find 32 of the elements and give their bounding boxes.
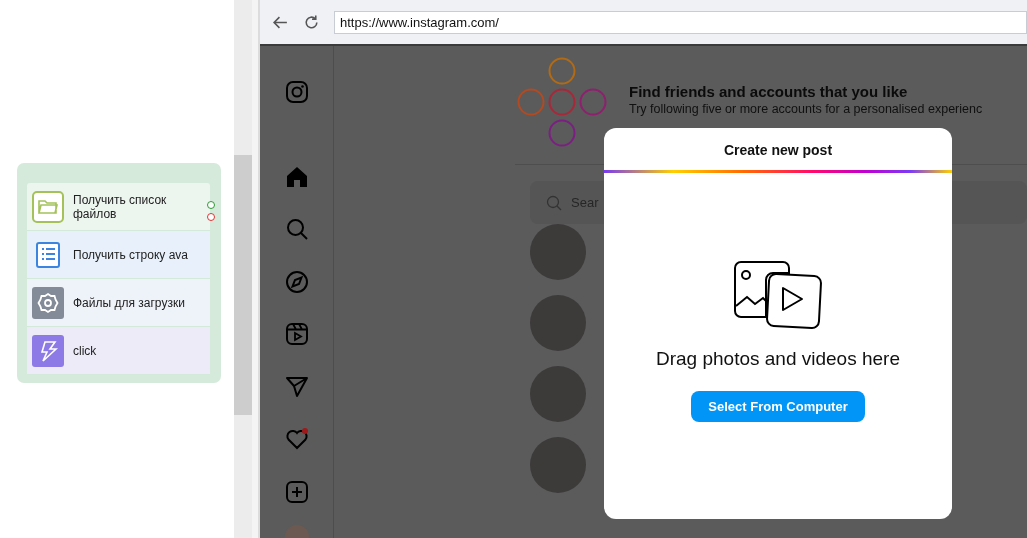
search-icon[interactable] (284, 217, 309, 241)
dialog-message: Drag photos and videos here (656, 348, 900, 370)
home-icon[interactable] (284, 164, 309, 189)
node-row[interactable]: click (27, 327, 210, 375)
gear-icon (32, 286, 64, 319)
plus-icon[interactable] (284, 479, 309, 504)
node-label: click (73, 343, 98, 358)
node-row[interactable]: Файлы для загрузки (27, 279, 210, 327)
avatar-placeholder[interactable] (530, 224, 586, 280)
photo-and-video-icon (733, 261, 823, 329)
node-row[interactable]: Получить строку ava (27, 231, 210, 279)
dialog-title: Create new post (722, 141, 834, 160)
address-bar[interactable]: https://www.instagram.com/ (334, 10, 1027, 34)
heart-icon[interactable] (284, 427, 309, 451)
scrollbar-thumb[interactable] (234, 155, 252, 415)
video-icon[interactable] (284, 322, 309, 346)
suggestions-title: Find friends and accounts that you like (629, 83, 909, 100)
lightning-icon (32, 334, 64, 367)
avatar-placeholder[interactable] (530, 295, 586, 351)
avatar-placeholder[interactable] (530, 437, 586, 493)
node-label: Файлы для загрузки (73, 295, 186, 310)
search-icon (546, 194, 562, 211)
node-row[interactable]: Получить список файлов (27, 183, 210, 231)
reload-icon[interactable] (303, 13, 320, 31)
avatar-placeholder[interactable] (530, 366, 586, 422)
suggestions-subtitle: Try following five or more accounts for a personalised experienc (629, 102, 983, 116)
send-icon[interactable] (284, 374, 309, 399)
node-label: Получить список файлов (73, 192, 168, 221)
node-label: Получить строку ava (73, 247, 189, 262)
folder-icon (32, 190, 64, 223)
camera-outline-icon[interactable] (284, 80, 309, 104)
compass-icon[interactable] (284, 269, 309, 294)
